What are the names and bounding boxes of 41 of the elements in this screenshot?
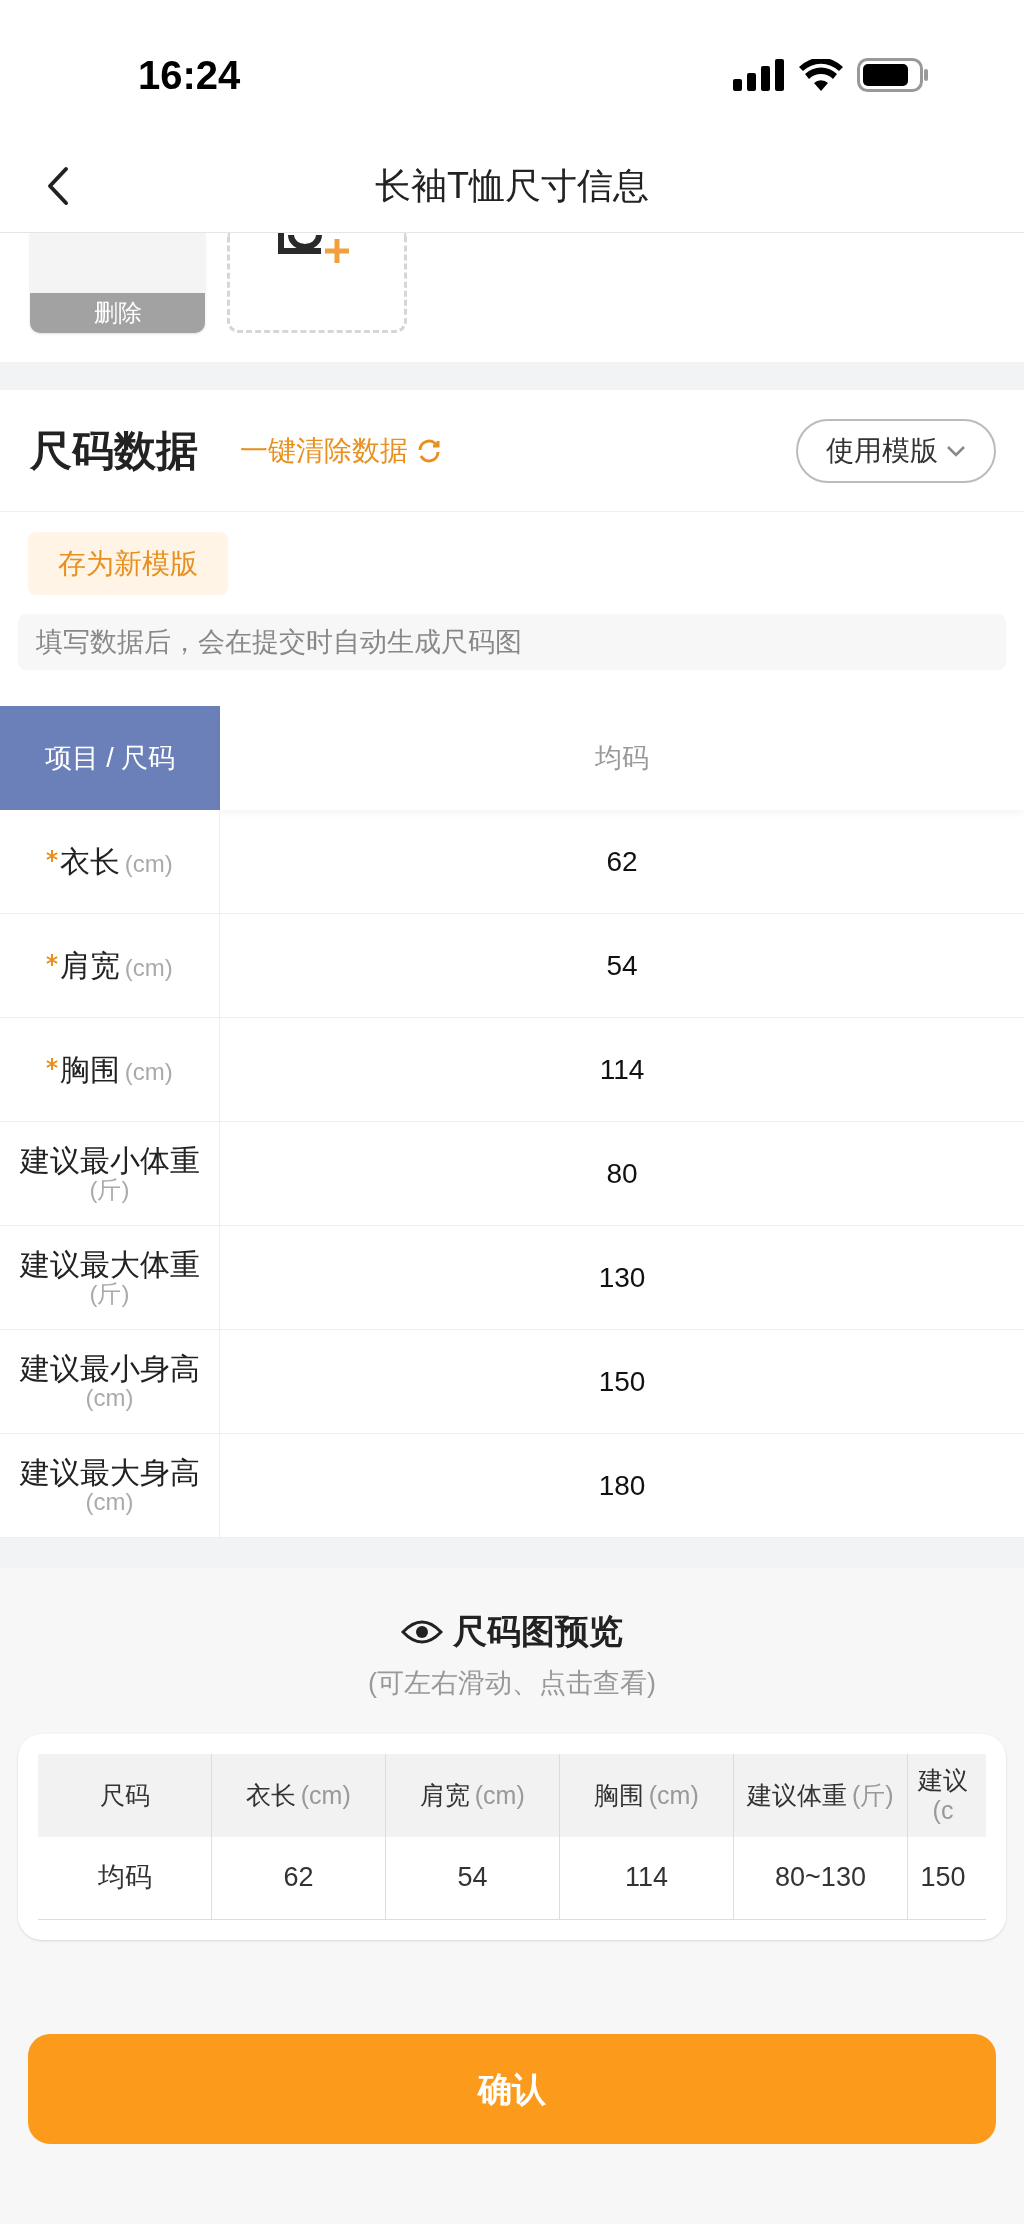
add-photo-button[interactable] [227, 233, 407, 333]
chevron-down-icon [946, 444, 966, 457]
table-cell[interactable]: 180 [220, 1434, 1024, 1537]
battery-icon [857, 58, 929, 92]
table-header-cell: 胸围 (cm) [594, 1780, 699, 1810]
table-cell-text: 54 [457, 1861, 488, 1895]
table-header-cell: 衣长 (cm) [246, 1780, 351, 1810]
preview-title: 尺码图预览 [453, 1611, 623, 1652]
row-label: 肩宽(cm) [60, 949, 173, 982]
row-label: 衣长(cm) [60, 845, 173, 878]
hint-bar: 填写数据后，会在提交时自动生成尺码图 [18, 614, 1006, 670]
row-label: 建议最大身高 (cm) [18, 1455, 201, 1516]
table-header-cell: 尺码 [99, 1780, 150, 1810]
table-cell[interactable]: 62 [220, 810, 1024, 913]
table-cell-text: 150 [920, 1861, 966, 1895]
signal-icon [733, 59, 785, 91]
table-header-cell: 项目 / 尺码 [0, 706, 220, 810]
wifi-icon [799, 59, 843, 91]
table-cell[interactable]: 80 [220, 1122, 1024, 1225]
table-cell-text: 均码 [97, 1861, 152, 1895]
table-header-cell: 均码 [220, 706, 1024, 810]
refresh-icon [416, 437, 442, 464]
table-cell-text: 80~130 [775, 1861, 866, 1895]
row-label: 建议最小身高 (cm) [18, 1351, 201, 1412]
table-cell[interactable]: 54 [220, 914, 1024, 1017]
use-template-button[interactable]: 使用模版 [796, 418, 996, 483]
table-cell-text: 62 [283, 1861, 314, 1895]
status-time: 16:24 [138, 52, 241, 99]
row-label: 建议最小体重 (斤) [18, 1143, 201, 1204]
table-header-cell-text: 建议 (c [917, 1765, 969, 1825]
preview-subtitle: (可左右滑动、点击查看) [368, 1667, 656, 1700]
page-title: 长袖T恤尺寸信息 [375, 164, 649, 208]
row-label: 建议最大体重 (斤) [18, 1247, 201, 1308]
table-cell[interactable]: 130 [220, 1226, 1024, 1329]
section-title: 尺码数据 [30, 426, 198, 476]
table-cell-text: 114 [624, 1861, 668, 1895]
table-header-cell: 建议体重 (斤) [747, 1780, 894, 1810]
table-cell[interactable]: 114 [220, 1018, 1024, 1121]
table-header-cell: 肩宽 (cm) [420, 1780, 525, 1810]
row-label: 胸围(cm) [60, 1053, 173, 1086]
table-cell[interactable]: 150 [220, 1330, 1024, 1433]
